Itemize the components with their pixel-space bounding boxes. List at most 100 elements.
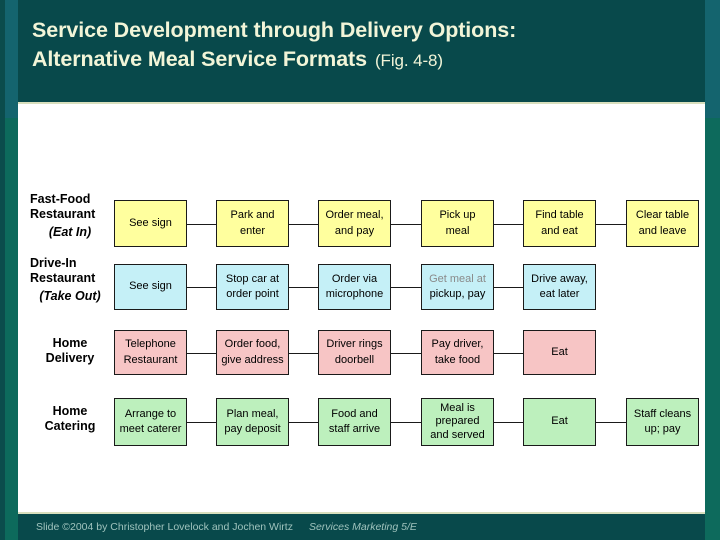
process-step-text: Pay driver, take food — [422, 337, 493, 368]
row-label-line-2: Delivery — [45, 351, 95, 365]
process-step-line: Telephone — [125, 338, 176, 350]
process-step-line: Order food, — [224, 338, 281, 350]
process-step-box[interactable]: Arrange to meet caterer — [114, 398, 187, 446]
process-step-box[interactable]: Clear table and leave — [626, 200, 699, 247]
process-step-line: Order via — [331, 272, 378, 285]
process-step-line: Order meal, — [325, 209, 384, 221]
process-step-box[interactable]: See sign — [114, 200, 187, 247]
step-connector — [494, 224, 523, 225]
process-step-box[interactable]: Eat — [523, 330, 596, 375]
process-step-line: Restaurant — [123, 353, 178, 366]
step-connector — [289, 287, 318, 288]
process-step-box[interactable]: Plan meal, pay deposit — [216, 398, 289, 446]
row-label-line-3: (Take Out) — [39, 289, 101, 303]
row-label-line-2: Catering — [44, 419, 96, 433]
step-connector — [596, 422, 626, 423]
process-step-text: Order food, give address — [217, 337, 288, 368]
process-step-line: Pick up — [439, 209, 476, 221]
step-connector — [494, 422, 523, 423]
process-step-box[interactable]: Pick up meal — [421, 200, 494, 247]
step-connector — [494, 353, 523, 354]
process-step-box[interactable]: Driver rings doorbell — [318, 330, 391, 375]
process-step-line: Stop car at — [225, 272, 280, 285]
process-step-text: Staff cleans up; pay — [627, 407, 698, 438]
slide-title-block: Service Development through Delivery Opt… — [32, 16, 697, 75]
process-step-text: Eat — [524, 345, 595, 361]
process-step-text: See sign — [115, 216, 186, 232]
step-connector — [391, 422, 421, 423]
process-step-box[interactable]: Order via microphone — [318, 264, 391, 310]
process-step-line: give address — [221, 353, 284, 366]
row-label-line-1: Home — [52, 404, 88, 418]
step-connector — [391, 287, 421, 288]
process-step-line: Driver rings — [326, 338, 383, 350]
process-step-box[interactable]: Order meal, and pay — [318, 200, 391, 247]
process-step-line: Clear table — [635, 209, 690, 221]
process-step-box[interactable]: Find table and eat — [523, 200, 596, 247]
process-step-text: Plan meal, pay deposit — [217, 407, 288, 438]
step-connector — [187, 422, 216, 423]
step-connector — [289, 422, 318, 423]
step-connector — [289, 353, 318, 354]
process-step-text: See sign — [115, 279, 186, 295]
process-step-line: take food — [434, 353, 481, 366]
process-step-line: Park and — [230, 209, 275, 221]
process-step-text: Meal is prepared and served — [422, 402, 493, 443]
step-connector — [391, 353, 421, 354]
process-step-line: staff arrive — [328, 423, 381, 435]
slide-canvas: Service Development through Delivery Opt… — [0, 0, 720, 540]
process-step-box[interactable]: Telephone Restaurant — [114, 330, 187, 375]
process-step-text: Clear table and leave — [627, 208, 698, 239]
process-step-line: eat later — [539, 288, 580, 300]
process-step-box[interactable]: Park and enter — [216, 200, 289, 247]
process-step-line: Find table — [535, 209, 584, 221]
process-step-line: and pay — [334, 224, 375, 237]
process-step-line: Get meal at — [429, 272, 486, 285]
process-step-line: pay deposit — [224, 423, 281, 435]
process-step-text: Arrange to meet caterer — [115, 407, 186, 438]
process-step-text: Eat — [524, 414, 595, 430]
process-step-box[interactable]: Drive away, eat later — [523, 264, 596, 310]
step-connector — [187, 353, 216, 354]
process-step-text: Food and staff arrive — [319, 407, 390, 438]
process-step-box[interactable]: See sign — [114, 264, 187, 310]
process-step-box[interactable]: Stop car at order point — [216, 264, 289, 310]
process-step-box[interactable]: Pay driver, take food — [421, 330, 494, 375]
process-step-box[interactable]: Eat — [523, 398, 596, 446]
process-step-text: Order meal, and pay — [319, 208, 390, 239]
row-label: Home Catering — [30, 404, 110, 434]
process-step-line: Eat — [551, 415, 568, 428]
row-label: Drive-In Restaurant (Take Out) — [30, 256, 110, 304]
process-step-line: Arrange to — [124, 407, 177, 420]
row-label-line-1: Drive-In — [30, 256, 77, 270]
slide-footer: Slide ©2004 by Christopher Lovelock and … — [18, 512, 705, 540]
footer-copyright: Slide ©2004 by Christopher Lovelock and … — [36, 521, 293, 533]
row-label: Fast-Food Restaurant (Eat In) — [30, 192, 110, 240]
row-label-line-2: Restaurant — [30, 207, 96, 221]
process-step-box[interactable]: Staff cleans up; pay — [626, 398, 699, 446]
process-step-text: Order via microphone — [319, 272, 390, 303]
process-step-box[interactable]: Food and staff arrive — [318, 398, 391, 446]
process-step-box[interactable]: Order food, give address — [216, 330, 289, 375]
step-connector — [289, 224, 318, 225]
process-step-line: Staff cleans — [633, 407, 692, 420]
slide-header: Service Development through Delivery Opt… — [18, 0, 705, 104]
row-label-line-2: Restaurant — [30, 271, 96, 285]
process-step-text: Pick up meal — [422, 208, 493, 239]
process-step-box[interactable]: Meal is prepared and served — [421, 398, 494, 446]
process-step-line: Drive away, — [531, 272, 588, 285]
slide-title-figure-ref: (Fig. 4-8) — [374, 51, 443, 70]
process-step-line: See sign — [129, 216, 172, 229]
process-step-text: Driver rings doorbell — [319, 337, 390, 368]
process-step-text: Drive away, eat later — [524, 272, 595, 303]
process-step-box[interactable]: Get meal at pickup, pay — [421, 264, 494, 310]
process-step-line: Plan meal, — [226, 407, 279, 420]
process-step-text: Park and enter — [217, 208, 288, 239]
process-step-line: Food and — [331, 407, 378, 420]
process-step-line: Eat — [551, 345, 568, 358]
process-step-text: Get meal at pickup, pay — [422, 272, 493, 303]
slide-title-line-1: Service Development through Delivery Opt… — [32, 18, 517, 42]
process-step-line: enter — [239, 224, 266, 237]
process-step-line: up; pay — [644, 423, 681, 435]
process-step-text: Find table and eat — [524, 208, 595, 239]
